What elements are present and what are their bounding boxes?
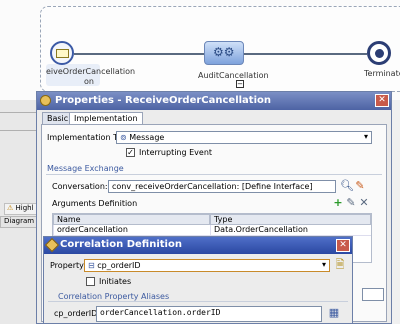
correlation-title: Correlation Definition: [60, 239, 182, 250]
start-event-label: eiveOrderCancellation: [46, 67, 136, 76]
argument-type-cell[interactable]: Data.OrderCancellation: [210, 225, 371, 236]
implementation-type-select[interactable]: ⊚ Message ▾: [116, 131, 372, 144]
edit-icon[interactable]: ✎: [354, 180, 366, 192]
chevron-down-icon: ▾: [321, 260, 326, 269]
correlation-title-bar[interactable]: Correlation Definition: [44, 237, 352, 254]
partially-hidden-field[interactable]: [362, 288, 384, 301]
property-select[interactable]: ⊟ cp_orderID ▾: [84, 259, 330, 272]
event-icon: [40, 95, 51, 106]
terminate-dot-icon: [375, 49, 384, 58]
message-icon: ⊚: [120, 133, 127, 142]
highlight-tab-label: Highl: [15, 204, 34, 212]
new-property-icon[interactable]: 🗎: [334, 259, 346, 271]
warning-icon: ⚠: [7, 204, 14, 212]
end-event-label: Terminate: [364, 69, 400, 78]
search-icon[interactable]: 🔍︎: [340, 180, 354, 192]
sequence-flow: [74, 53, 204, 55]
expression-builder-icon[interactable]: ▦: [328, 307, 340, 319]
chevron-down-icon: ▾: [363, 132, 368, 141]
start-event-sublabel: on: [84, 77, 94, 86]
highlight-tab[interactable]: ⚠ Highl: [4, 203, 40, 215]
divider: [0, 112, 40, 113]
properties-title-bar[interactable]: Properties - ReceiveOrderCancellation: [37, 92, 391, 110]
divider: [48, 301, 348, 302]
process-diagram-canvas[interactable]: eiveOrderCancellation on ⚙⚙ AuditCancell…: [0, 0, 400, 100]
envelope-icon: [56, 49, 69, 58]
initiates-checkbox[interactable]: [86, 277, 95, 286]
properties-title: Properties - ReceiveOrderCancellation: [55, 95, 272, 106]
activity-label: AuditCancellation: [198, 71, 269, 80]
initiates-label: Initiates: [99, 277, 132, 286]
delete-icon[interactable]: ✕: [358, 197, 370, 209]
alias-expression-field[interactable]: orderCancellation.orderID: [96, 306, 322, 322]
property-label: Property:: [50, 261, 86, 270]
service-activity[interactable]: ⚙⚙: [204, 41, 244, 65]
properties-close-button[interactable]: ✕: [375, 94, 389, 107]
arguments-heading: Arguments Definition: [52, 199, 138, 208]
aliases-heading: Correlation Property Aliases: [58, 292, 170, 301]
message-start-event[interactable]: [50, 41, 74, 65]
argument-name-cell[interactable]: orderCancellation: [53, 225, 210, 236]
property-value: cp_orderID: [97, 261, 141, 270]
alias-label: cp_orderID:: [54, 309, 101, 318]
conversation-field[interactable]: conv_receiveOrderCancellation: [Define I…: [108, 180, 336, 193]
implementation-type-value: Message: [129, 133, 165, 142]
edit-pencil-icon[interactable]: ✎: [345, 197, 357, 209]
gear-icon: ⚙⚙: [213, 45, 235, 59]
add-icon[interactable]: +: [332, 197, 344, 209]
interrupting-event-label: Interrupting Event: [139, 148, 213, 157]
collapse-icon[interactable]: −: [236, 80, 244, 88]
divider: [46, 174, 382, 175]
correlation-close-button[interactable]: ✕: [336, 239, 350, 252]
divider: [0, 130, 40, 131]
correlation-icon: [44, 237, 60, 253]
column-header-name[interactable]: Name: [53, 214, 210, 225]
interrupting-event-checkbox[interactable]: ✓: [126, 148, 135, 157]
diagram-tab[interactable]: Diagram: [0, 216, 38, 228]
sequence-flow: [244, 53, 367, 55]
terminate-end-event[interactable]: [367, 41, 391, 65]
property-icon: ⊟: [88, 261, 95, 270]
column-header-type[interactable]: Type: [210, 214, 371, 225]
correlation-definition-dialog: Correlation Definition ✕ Property: ⊟ cp_…: [43, 236, 353, 324]
message-exchange-heading: Message Exchange: [47, 164, 124, 173]
conversation-label: Conversation:: [52, 182, 108, 191]
